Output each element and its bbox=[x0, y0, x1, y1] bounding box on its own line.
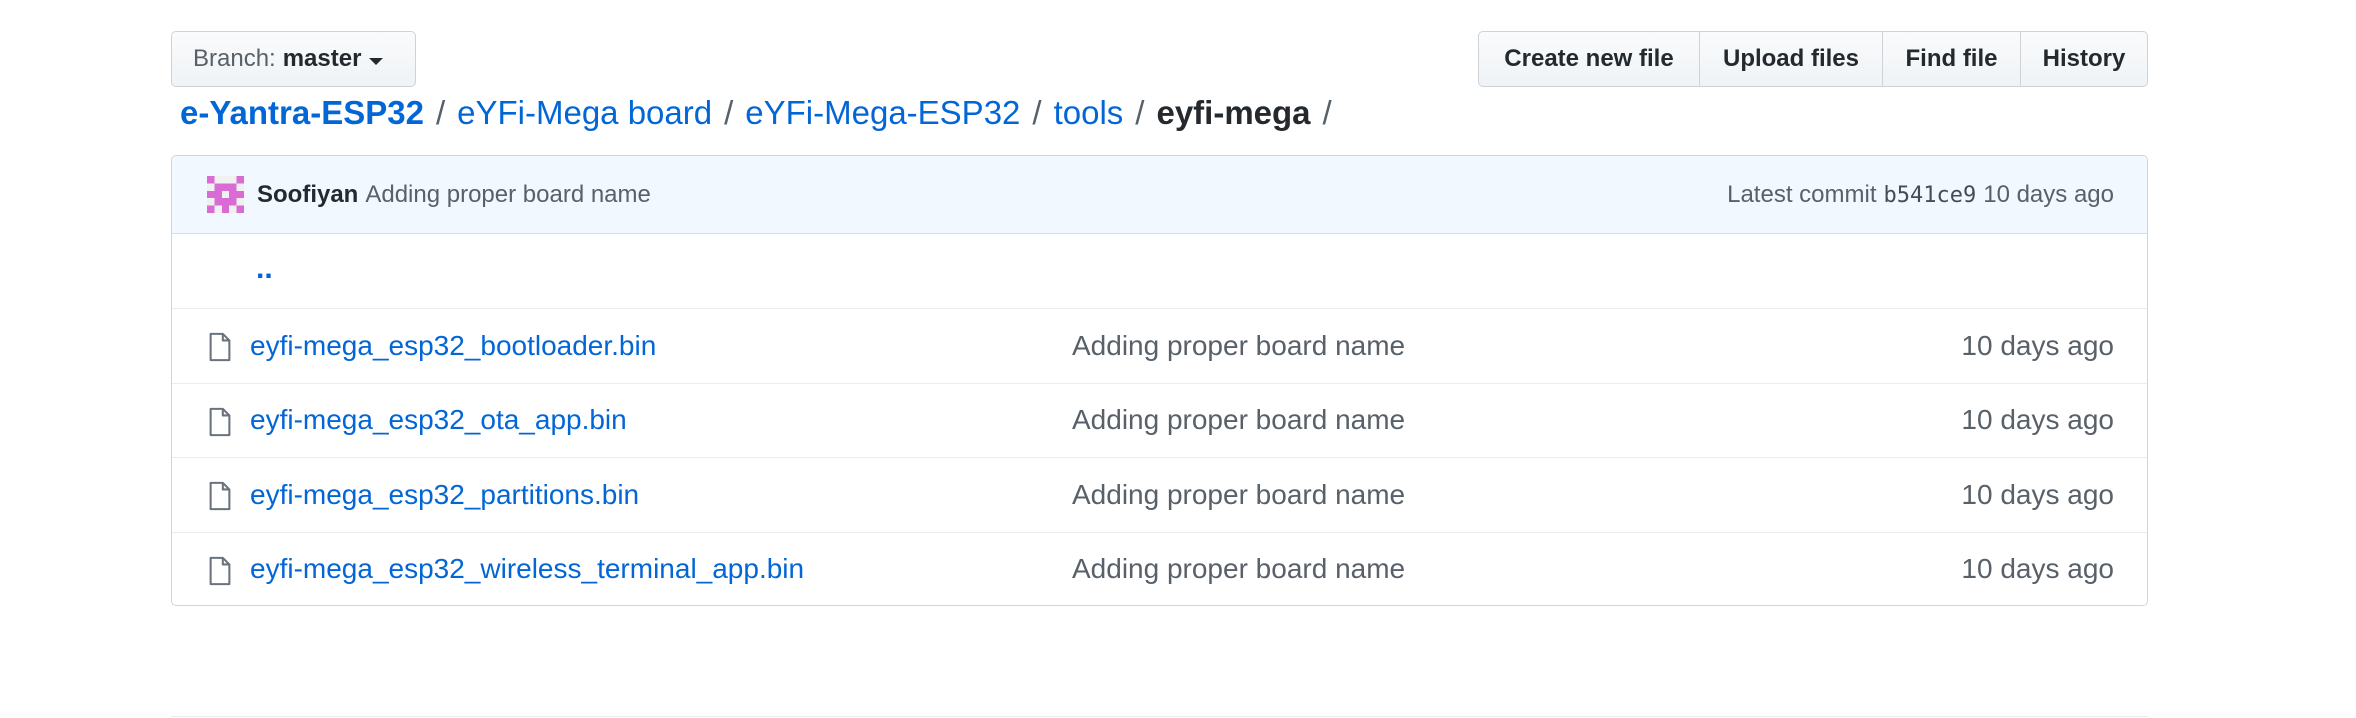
breadcrumb-separator: / bbox=[1322, 94, 1332, 131]
file-name-link[interactable]: eyfi-mega_esp32_ota_app.bin bbox=[250, 404, 627, 436]
file-age: 10 days ago bbox=[1961, 329, 2114, 361]
breadcrumb-link-board[interactable]: eYFi-Mega board bbox=[457, 94, 712, 132]
breadcrumb-current: eyfi-mega bbox=[1156, 94, 1311, 131]
branch-label: Branch: bbox=[193, 45, 276, 72]
file-navigation: Branch: master Create new file Upload fi… bbox=[171, 31, 2148, 87]
commit-sha-link[interactable]: b541ce9 bbox=[1884, 183, 1977, 208]
file-actions-group: Create new file Upload files Find file H… bbox=[1478, 31, 2148, 87]
create-new-file-button[interactable]: Create new file bbox=[1479, 32, 1700, 86]
branch-name: master bbox=[282, 45, 362, 72]
commit-author-link[interactable]: Soofiyan bbox=[257, 181, 358, 209]
file-icon bbox=[209, 556, 231, 585]
parent-directory-link[interactable]: .. bbox=[256, 252, 273, 286]
breadcrumb-link-esp32[interactable]: eYFi-Mega-ESP32 bbox=[745, 94, 1020, 132]
caret-down-icon bbox=[369, 57, 384, 65]
identicon-avatar[interactable] bbox=[207, 176, 244, 213]
file-age: 10 days ago bbox=[1961, 478, 2114, 510]
breadcrumb-separator: / bbox=[435, 94, 446, 131]
parent-directory-row: .. bbox=[172, 234, 2147, 308]
find-file-button[interactable]: Find file bbox=[1883, 32, 2021, 86]
commit-age: 10 days ago bbox=[1983, 180, 2114, 208]
breadcrumb: e-Yantra-ESP32 / eYFi-Mega board / eYFi-… bbox=[180, 90, 1344, 136]
file-commit-message-link[interactable]: Adding proper board name bbox=[1072, 553, 1405, 585]
latest-commit-bar: Soofiyan Adding proper board name Latest… bbox=[172, 156, 2147, 234]
file-row: eyfi-mega_esp32_partitions.bin Adding pr… bbox=[172, 457, 2147, 532]
file-name-link[interactable]: eyfi-mega_esp32_partitions.bin bbox=[250, 479, 639, 511]
footer-divider bbox=[171, 716, 2148, 717]
branch-select-button[interactable]: Branch: master bbox=[171, 31, 416, 87]
breadcrumb-separator: / bbox=[1135, 94, 1145, 131]
file-commit-message-link[interactable]: Adding proper board name bbox=[1072, 330, 1405, 362]
file-icon bbox=[209, 481, 231, 511]
file-icon bbox=[209, 407, 231, 436]
file-row: eyfi-mega_esp32_ota_app.bin Adding prope… bbox=[172, 382, 2147, 458]
file-row: eyfi-mega_esp32_wireless_terminal_app.bi… bbox=[172, 531, 2147, 606]
file-icon bbox=[209, 332, 231, 362]
breadcrumb-separator: / bbox=[724, 94, 734, 131]
file-commit-message-link[interactable]: Adding proper board name bbox=[1072, 404, 1405, 436]
file-commit-message-link[interactable]: Adding proper board name bbox=[1072, 479, 1405, 511]
breadcrumb-link-tools[interactable]: tools bbox=[1054, 94, 1124, 132]
file-name-link[interactable]: eyfi-mega_esp32_bootloader.bin bbox=[250, 330, 656, 362]
file-age: 10 days ago bbox=[1961, 553, 2114, 585]
latest-commit-info: Latest commit b541ce9 10 days ago bbox=[1727, 181, 2114, 209]
latest-commit-label: Latest commit bbox=[1727, 180, 1877, 208]
breadcrumb-separator: / bbox=[1032, 94, 1042, 131]
file-name-link[interactable]: eyfi-mega_esp32_wireless_terminal_app.bi… bbox=[250, 553, 804, 585]
file-list: Soofiyan Adding proper board name Latest… bbox=[171, 155, 2148, 606]
upload-files-button[interactable]: Upload files bbox=[1700, 32, 1883, 86]
commit-message-link[interactable]: Adding proper board name bbox=[365, 181, 651, 209]
history-button[interactable]: History bbox=[2021, 32, 2147, 86]
file-age: 10 days ago bbox=[1961, 404, 2114, 436]
breadcrumb-root-link[interactable]: e-Yantra-ESP32 bbox=[180, 94, 424, 132]
file-row: eyfi-mega_esp32_bootloader.bin Adding pr… bbox=[172, 308, 2147, 383]
